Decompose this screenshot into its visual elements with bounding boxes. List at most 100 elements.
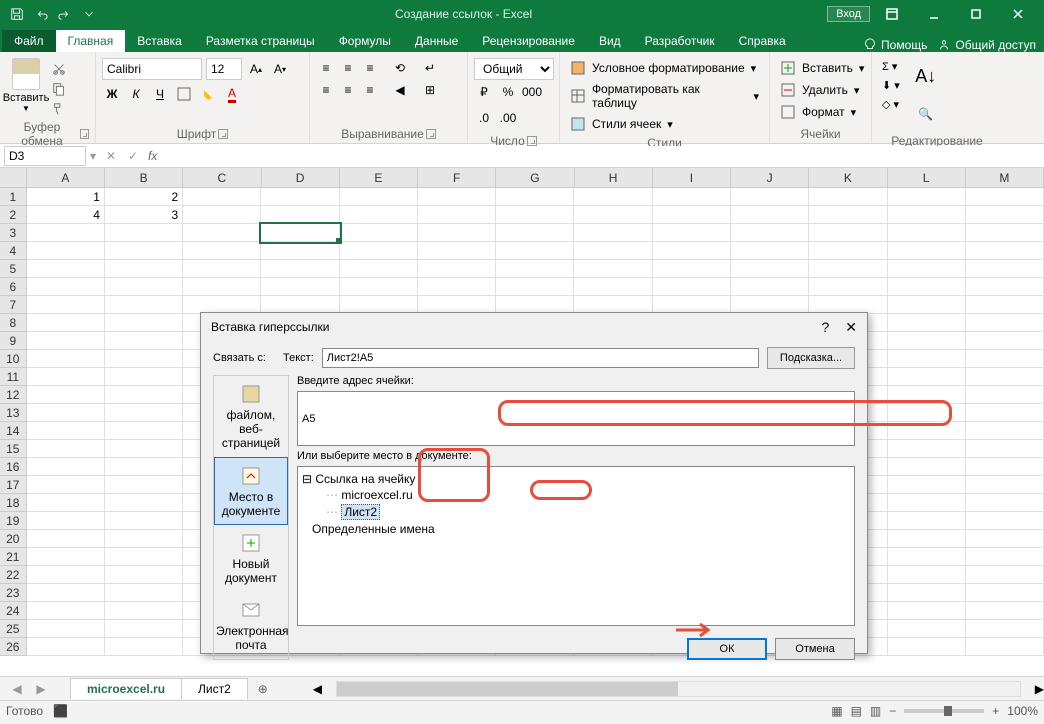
cell-M5[interactable] — [966, 260, 1044, 278]
zoom-in-button[interactable]: + — [992, 704, 999, 718]
view-page-layout-icon[interactable]: ▤ — [851, 704, 862, 718]
tab-review[interactable]: Рецензирование — [470, 30, 587, 52]
cell-L21[interactable] — [888, 548, 966, 566]
row-header-20[interactable]: 20 — [0, 530, 27, 548]
row-header-25[interactable]: 25 — [0, 620, 27, 638]
screentip-button[interactable]: Подсказка... — [767, 347, 855, 369]
undo-icon[interactable] — [30, 3, 52, 25]
fill-color-icon[interactable] — [198, 84, 218, 104]
cell-B16[interactable] — [105, 458, 183, 476]
cell-C2[interactable] — [183, 206, 261, 224]
row-header-26[interactable]: 26 — [0, 638, 27, 656]
col-header-K[interactable]: K — [809, 168, 887, 188]
row-header-6[interactable]: 6 — [0, 278, 27, 296]
font-family-select[interactable] — [102, 58, 202, 80]
tab-page-layout[interactable]: Разметка страницы — [194, 30, 327, 52]
row-header-22[interactable]: 22 — [0, 566, 27, 584]
cell-J6[interactable] — [731, 278, 809, 296]
col-header-J[interactable]: J — [731, 168, 809, 188]
cell-M26[interactable] — [966, 638, 1044, 656]
cell-B19[interactable] — [105, 512, 183, 530]
link-opt-email[interactable]: Электронная почта — [214, 592, 288, 659]
cell-J1[interactable] — [731, 188, 809, 206]
orientation-icon[interactable]: ⟲ — [390, 58, 410, 78]
cell-M20[interactable] — [966, 530, 1044, 548]
cell-L12[interactable] — [888, 386, 966, 404]
cell-I5[interactable] — [653, 260, 731, 278]
cell-A18[interactable] — [27, 494, 105, 512]
cell-A13[interactable] — [27, 404, 105, 422]
cell-M10[interactable] — [966, 350, 1044, 368]
cell-M15[interactable] — [966, 440, 1044, 458]
qat-dropdown-icon[interactable] — [78, 3, 100, 25]
cell-H3[interactable] — [574, 224, 652, 242]
cell-A2[interactable]: 4 — [27, 206, 105, 224]
cell-H5[interactable] — [574, 260, 652, 278]
cancel-button[interactable]: Отмена — [775, 638, 855, 660]
row-header-3[interactable]: 3 — [0, 224, 27, 242]
ok-button[interactable]: ОК — [687, 638, 767, 660]
cell-L22[interactable] — [888, 566, 966, 584]
sheet-tab-1[interactable]: microexcel.ru — [70, 678, 182, 699]
col-header-C[interactable]: C — [183, 168, 261, 188]
cell-L19[interactable] — [888, 512, 966, 530]
cell-B12[interactable] — [105, 386, 183, 404]
cell-M4[interactable] — [966, 242, 1044, 260]
cell-M18[interactable] — [966, 494, 1044, 512]
cell-M3[interactable] — [966, 224, 1044, 242]
cell-M25[interactable] — [966, 620, 1044, 638]
cell-A26[interactable] — [27, 638, 105, 656]
cancel-formula-icon[interactable]: ✕ — [100, 145, 122, 167]
col-header-H[interactable]: H — [575, 168, 653, 188]
horizontal-scrollbar[interactable]: ◀▶ — [313, 681, 1044, 697]
paste-button[interactable]: Вставить ▼ — [6, 54, 46, 113]
save-icon[interactable] — [6, 3, 28, 25]
cell-C5[interactable] — [183, 260, 261, 278]
align-left-icon[interactable]: ≡ — [316, 80, 336, 100]
enter-formula-icon[interactable]: ✓ — [122, 145, 144, 167]
tab-view[interactable]: Вид — [587, 30, 633, 52]
cell-L11[interactable] — [888, 368, 966, 386]
cell-B3[interactable] — [105, 224, 183, 242]
row-header-19[interactable]: 19 — [0, 512, 27, 530]
cell-B25[interactable] — [105, 620, 183, 638]
col-header-D[interactable]: D — [262, 168, 340, 188]
cell-A20[interactable] — [27, 530, 105, 548]
tab-insert[interactable]: Вставка — [125, 30, 194, 52]
row-header-11[interactable]: 11 — [0, 368, 27, 386]
cell-F2[interactable] — [418, 206, 496, 224]
cell-D1[interactable] — [261, 188, 339, 206]
delete-cells-button[interactable]: Удалить ▾ — [776, 80, 868, 100]
col-header-A[interactable]: A — [27, 168, 105, 188]
cell-E5[interactable] — [340, 260, 418, 278]
cell-D3[interactable] — [261, 224, 339, 242]
cell-B13[interactable] — [105, 404, 183, 422]
cell-B23[interactable] — [105, 584, 183, 602]
cell-L25[interactable] — [888, 620, 966, 638]
cell-A8[interactable] — [27, 314, 105, 332]
cell-L2[interactable] — [888, 206, 966, 224]
col-header-F[interactable]: F — [418, 168, 496, 188]
link-opt-new[interactable]: Новый документ — [214, 525, 288, 592]
cell-E4[interactable] — [340, 242, 418, 260]
cell-B9[interactable] — [105, 332, 183, 350]
sheet-tab-2[interactable]: Лист2 — [181, 678, 248, 699]
cell-M12[interactable] — [966, 386, 1044, 404]
cell-L15[interactable] — [888, 440, 966, 458]
cell-M2[interactable] — [966, 206, 1044, 224]
increase-font-icon[interactable]: A▴ — [246, 59, 266, 79]
display-text-input[interactable] — [322, 348, 759, 368]
cell-B4[interactable] — [105, 242, 183, 260]
conditional-formatting-button[interactable]: Условное форматирование ▾ — [566, 58, 763, 78]
cell-H4[interactable] — [574, 242, 652, 260]
cell-A16[interactable] — [27, 458, 105, 476]
cell-M23[interactable] — [966, 584, 1044, 602]
borders-icon[interactable] — [174, 84, 194, 104]
decrease-decimal-icon[interactable]: .00 — [498, 108, 518, 128]
format-as-table-button[interactable]: Форматировать как таблицу ▾ — [566, 80, 763, 112]
cell-L26[interactable] — [888, 638, 966, 656]
cell-M8[interactable] — [966, 314, 1044, 332]
maximize-icon[interactable] — [956, 2, 996, 26]
cell-J5[interactable] — [731, 260, 809, 278]
tab-file[interactable]: Файл — [2, 30, 56, 52]
